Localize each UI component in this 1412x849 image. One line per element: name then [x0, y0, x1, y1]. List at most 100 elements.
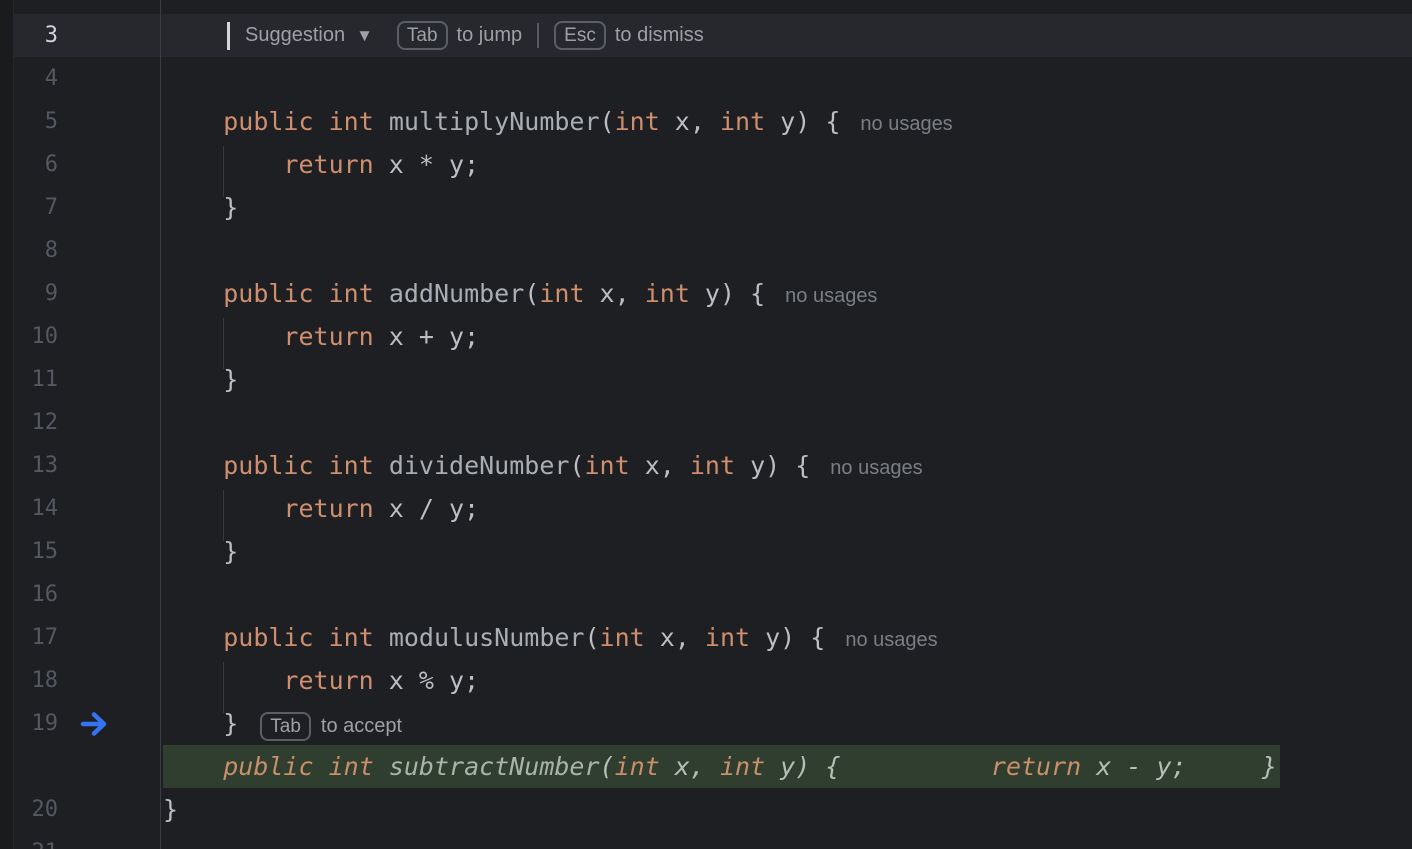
gutter-row[interactable]: [13, 745, 160, 788]
code-token: [163, 752, 223, 781]
inline-suggestion[interactable]: public int subtractNumber(int x, int y) …: [163, 745, 1280, 788]
code-token: [314, 279, 329, 308]
suggestion-gutter-arrow-icon[interactable]: [80, 710, 110, 738]
gutter-row[interactable]: 14: [13, 487, 160, 530]
gutter-row[interactable]: 5: [13, 100, 160, 143]
line-number[interactable]: 12: [13, 401, 58, 444]
no-usages-inlay[interactable]: no usages: [830, 457, 922, 479]
code-line[interactable]: public int addNumber(int x, int y) {no u…: [161, 272, 1412, 315]
code-token: int: [720, 752, 765, 781]
code-token: y) {: [765, 107, 840, 136]
editor-left-strip: [0, 0, 14, 849]
code-token: int: [539, 279, 584, 308]
line-number[interactable]: 10: [13, 315, 58, 358]
line-number[interactable]: 16: [13, 573, 58, 616]
line-number[interactable]: 19: [13, 702, 58, 745]
code-line[interactable]: public int modulusNumber(int x, int y) {…: [161, 616, 1412, 659]
editor-gutter[interactable]: 345678910111213141516171819 2021: [13, 0, 161, 849]
code-token: int: [615, 752, 660, 781]
line-number[interactable]: 15: [13, 530, 58, 573]
code-line[interactable]: [161, 831, 1412, 849]
no-usages-inlay[interactable]: no usages: [845, 629, 937, 651]
code-token: int: [329, 279, 374, 308]
code-line[interactable]: }: [161, 530, 1412, 573]
code-token: y) {: [735, 451, 810, 480]
code-token: (: [600, 752, 615, 781]
no-usages-inlay[interactable]: no usages: [860, 113, 952, 135]
gutter-row[interactable]: 8: [13, 229, 160, 272]
chevron-down-icon: ▼: [356, 27, 373, 44]
code-line[interactable]: public int divideNumber(int x, int y) {n…: [161, 444, 1412, 487]
code-token: int: [585, 451, 630, 480]
code-line[interactable]: return x + y;: [161, 315, 1412, 358]
code-token: x,: [660, 107, 720, 136]
code-line[interactable]: [161, 57, 1412, 100]
code-line[interactable]: return x * y;: [161, 143, 1412, 186]
line-number[interactable]: 5: [13, 100, 58, 143]
code-line[interactable]: public int multiplyNumber(int x, int y) …: [161, 100, 1412, 143]
code-line[interactable]: }Tabto accept: [161, 702, 1412, 745]
code-token: }: [163, 709, 238, 738]
gutter-row[interactable]: 11: [13, 358, 160, 401]
code-line[interactable]: [161, 229, 1412, 272]
code-line[interactable]: }: [161, 788, 1412, 831]
line-number[interactable]: 4: [13, 57, 58, 100]
code-token: [163, 623, 223, 652]
line-number[interactable]: 17: [13, 616, 58, 659]
gutter-row[interactable]: 3: [13, 14, 160, 57]
gutter-row[interactable]: 12: [13, 401, 160, 444]
code-token: [314, 107, 329, 136]
hint-action-text: to dismiss: [615, 24, 704, 47]
gutter-row[interactable]: 20: [13, 788, 160, 831]
gutter-row[interactable]: 18: [13, 659, 160, 702]
gutter-row[interactable]: 10: [13, 315, 160, 358]
line-number[interactable]: 13: [13, 444, 58, 487]
gutter-row[interactable]: 9: [13, 272, 160, 315]
code-line[interactable]: }: [161, 358, 1412, 401]
gutter-row[interactable]: 4: [13, 57, 160, 100]
line-number[interactable]: 14: [13, 487, 58, 530]
code-token: x,: [630, 451, 690, 480]
gutter-row[interactable]: 7: [13, 186, 160, 229]
gutter-row[interactable]: 6: [13, 143, 160, 186]
gutter-row[interactable]: 17: [13, 616, 160, 659]
code-token: }: [163, 537, 238, 566]
gutter-row[interactable]: 19: [13, 702, 160, 745]
line-number[interactable]: 11: [13, 358, 58, 401]
code-line[interactable]: return x / y;: [161, 487, 1412, 530]
code-line[interactable]: [161, 401, 1412, 444]
code-token: modulusNumber: [389, 623, 585, 652]
code-token: }: [163, 795, 178, 824]
line-number[interactable]: 18: [13, 659, 58, 702]
code-token: int: [600, 623, 645, 652]
gutter-row[interactable]: 21: [13, 831, 160, 849]
editor-code-area[interactable]: Suggestion▼Tabto jumpEscto dismiss publi…: [161, 0, 1412, 849]
accept-hint-text: to accept: [321, 715, 402, 737]
gutter-row[interactable]: 15: [13, 530, 160, 573]
code-token: (: [584, 623, 599, 652]
line-number[interactable]: 20: [13, 788, 58, 831]
suggestion-dropdown[interactable]: Suggestion▼: [245, 24, 373, 47]
no-usages-inlay[interactable]: no usages: [785, 285, 877, 307]
gutter-row[interactable]: 16: [13, 573, 160, 616]
code-token: int: [329, 451, 374, 480]
code-token: return: [991, 752, 1081, 781]
line-number[interactable]: 21: [13, 831, 58, 849]
code-token: [314, 451, 329, 480]
line-number[interactable]: 6: [13, 143, 58, 186]
code-line[interactable]: [161, 573, 1412, 616]
gutter-row[interactable]: 13: [13, 444, 160, 487]
line-number[interactable]: 3: [13, 14, 58, 57]
code-line[interactable]: return x % y;: [161, 659, 1412, 702]
line-number[interactable]: 7: [13, 186, 58, 229]
code-line[interactable]: }: [161, 186, 1412, 229]
code-token: x / y;: [374, 494, 479, 523]
code-token: return: [283, 322, 373, 351]
inline-suggestion-line[interactable]: public int subtractNumber(int x, int y) …: [161, 745, 1412, 788]
line-number[interactable]: 8: [13, 229, 58, 272]
code-lines: Suggestion▼Tabto jumpEscto dismiss publi…: [161, 14, 1412, 849]
code-token: y) {: [750, 623, 825, 652]
code-token: int: [329, 107, 374, 136]
code-token: x,: [660, 752, 720, 781]
line-number[interactable]: 9: [13, 272, 58, 315]
